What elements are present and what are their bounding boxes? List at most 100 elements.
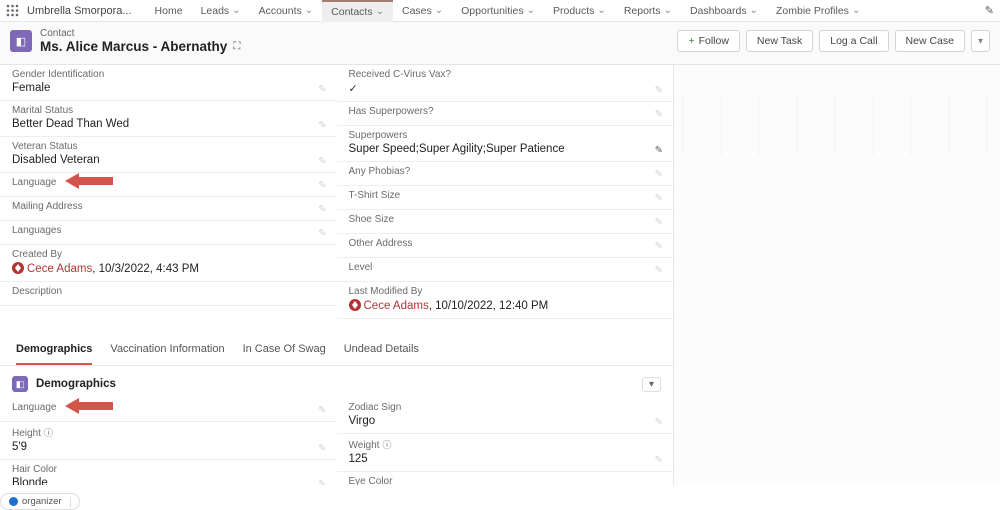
field-label: Zodiac Sign xyxy=(349,402,662,413)
field-gender-identification: Gender IdentificationFemale✎ xyxy=(0,65,337,101)
pencil-icon[interactable]: ✎ xyxy=(318,479,326,485)
chevron-down-icon: ⌄ xyxy=(376,6,384,17)
nav-item-contacts[interactable]: Contacts⌄ xyxy=(322,0,393,22)
user-avatar-icon xyxy=(12,262,24,274)
contact-icon: ◧ xyxy=(10,30,32,52)
field-created-by: Created ByCece Adams, 10/3/2022, 4:43 PM xyxy=(0,245,337,282)
field-marital-status: Marital Status Better Dead Than Wed✎ xyxy=(0,101,337,137)
log-call-button[interactable]: Log a Call xyxy=(819,30,888,52)
nav-item-dashboards[interactable]: Dashboards⌄ xyxy=(681,0,767,22)
field-label: Other Address xyxy=(349,238,662,249)
chevron-down-icon: ⌄ xyxy=(664,5,672,16)
field-value: ✓ xyxy=(349,82,662,95)
record-header: ◧ Contact Ms. Alice Marcus - Abernathy ⛶… xyxy=(0,22,1000,65)
chevron-down-icon: ⌄ xyxy=(435,5,443,16)
field-label: Has Superpowers? xyxy=(349,106,662,117)
pencil-icon[interactable]: ✎ xyxy=(655,217,663,228)
pencil-icon[interactable]: ✎ xyxy=(655,145,663,156)
user-link[interactable]: Cece Adams xyxy=(364,300,429,312)
field-label: Superpowers xyxy=(349,130,662,141)
field-has-superpowers-: Has Superpowers?✎ xyxy=(337,102,674,126)
pencil-icon[interactable]: ✎ xyxy=(318,120,326,131)
field-value: Female xyxy=(12,82,325,94)
chevron-down-icon: ⌄ xyxy=(852,5,860,16)
field-level: Level✎ xyxy=(337,258,674,282)
tab-in-case-of-swag[interactable]: In Case Of Swag xyxy=(243,335,326,365)
pencil-icon[interactable]: ✎ xyxy=(655,169,663,180)
global-nav: Umbrella Smorpora... HomeLeads⌄Accounts⌄… xyxy=(0,0,1000,22)
pencil-icon[interactable]: ✎ xyxy=(655,85,663,96)
field-value: Blonde xyxy=(12,477,325,485)
section-collapse-button[interactable]: ▾ xyxy=(642,377,661,392)
field-label: Shoe Size xyxy=(349,214,662,225)
pencil-icon[interactable]: ✎ xyxy=(655,109,663,120)
nav-item-reports[interactable]: Reports⌄ xyxy=(615,0,681,22)
field-languages: Languages✎ xyxy=(0,221,337,245)
field-shoe-size: Shoe Size✎ xyxy=(337,210,674,234)
field-label: Veteran Status xyxy=(12,141,325,152)
nav-item-zombie-profiles[interactable]: Zombie Profiles⌄ xyxy=(767,0,869,22)
field-label: Marital Status xyxy=(12,105,325,116)
field-last-modified-by: Last Modified By Cece Adams, 10/10/2022, … xyxy=(337,282,674,319)
info-icon[interactable]: ⓘ xyxy=(44,428,53,438)
pencil-icon[interactable]: ✎ xyxy=(655,265,663,276)
field-received-c-virus-vax-: Received C-Virus Vax? ✓✎ xyxy=(337,65,674,102)
user-avatar-icon xyxy=(349,299,361,311)
field-mailing-address: Mailing Address✎ xyxy=(0,197,337,221)
field-label: Last Modified By xyxy=(349,286,662,297)
new-task-button[interactable]: New Task xyxy=(746,30,813,52)
field-value: 5'9 xyxy=(12,441,325,453)
user-link[interactable]: Cece Adams xyxy=(27,263,92,275)
tab-demographics[interactable]: Demographics xyxy=(16,335,92,365)
chevron-down-icon: ⌄ xyxy=(527,5,535,16)
pencil-icon[interactable]: ✎ xyxy=(318,156,326,167)
pencil-icon[interactable]: ✎ xyxy=(318,84,326,95)
nav-item-cases[interactable]: Cases⌄ xyxy=(393,0,452,22)
nav-item-home[interactable]: Home xyxy=(146,0,192,22)
follow-button[interactable]: +Follow xyxy=(677,30,739,52)
new-case-button[interactable]: New Case xyxy=(895,30,965,52)
nav-item-products[interactable]: Products⌄ xyxy=(544,0,615,22)
edit-nav-icon[interactable]: ✎ xyxy=(985,4,994,17)
field-label: T-Shirt Size xyxy=(349,190,662,201)
field-label: Language xyxy=(12,177,325,188)
field-value: 125 xyxy=(349,453,662,465)
nav-item-opportunities[interactable]: Opportunities⌄ xyxy=(452,0,544,22)
info-icon[interactable]: ⓘ xyxy=(382,440,391,450)
more-actions-button[interactable]: ▾ xyxy=(971,30,990,52)
field-label: Language xyxy=(12,402,325,413)
callout-arrow-icon xyxy=(65,398,113,414)
chevron-down-icon: ⌄ xyxy=(597,5,605,16)
chevron-down-icon: ⌄ xyxy=(232,5,240,16)
field-label: Received C-Virus Vax? xyxy=(349,69,662,80)
field-language: Language✎ xyxy=(0,398,337,422)
field-value: Disabled Veteran xyxy=(12,154,325,166)
field-label: Eye Color xyxy=(349,476,662,485)
pencil-icon[interactable]: ✎ xyxy=(655,241,663,252)
field-value: Cece Adams, 10/10/2022, 12:40 PM xyxy=(349,299,662,312)
field-value: Better Dead Than Wed xyxy=(12,118,325,130)
pencil-icon[interactable]: ✎ xyxy=(318,228,326,239)
field-label: Mailing Address xyxy=(12,201,325,212)
tab-vaccination-information[interactable]: Vaccination Information xyxy=(110,335,224,365)
pencil-icon[interactable]: ✎ xyxy=(655,417,663,428)
app-launcher-icon[interactable] xyxy=(6,4,19,17)
pencil-icon[interactable]: ✎ xyxy=(318,180,326,191)
nav-item-accounts[interactable]: Accounts⌄ xyxy=(250,0,323,22)
pencil-icon[interactable]: ✎ xyxy=(318,443,326,454)
nav-item-leads[interactable]: Leads⌄ xyxy=(192,0,250,22)
tab-undead-details[interactable]: Undead Details xyxy=(344,335,419,365)
pencil-icon[interactable]: ✎ xyxy=(655,455,663,466)
field-value: Virgo xyxy=(349,415,662,427)
demographics-icon: ◧ xyxy=(12,376,28,392)
field-weight: Weightⓘ125✎ xyxy=(337,434,674,472)
callout-arrow-icon xyxy=(65,173,113,189)
field-label: Description xyxy=(12,286,325,297)
footer-organizer-pill[interactable]: organizer xyxy=(0,493,80,510)
pencil-icon[interactable]: ✎ xyxy=(318,405,326,416)
hierarchy-icon[interactable]: ⛶ xyxy=(233,41,240,52)
pencil-icon[interactable]: ✎ xyxy=(655,193,663,204)
field-value: Cece Adams, 10/3/2022, 4:43 PM xyxy=(12,262,325,275)
pencil-icon[interactable]: ✎ xyxy=(318,204,326,215)
section-tabs: Demographics Vaccination Information In Ca… xyxy=(0,335,673,366)
